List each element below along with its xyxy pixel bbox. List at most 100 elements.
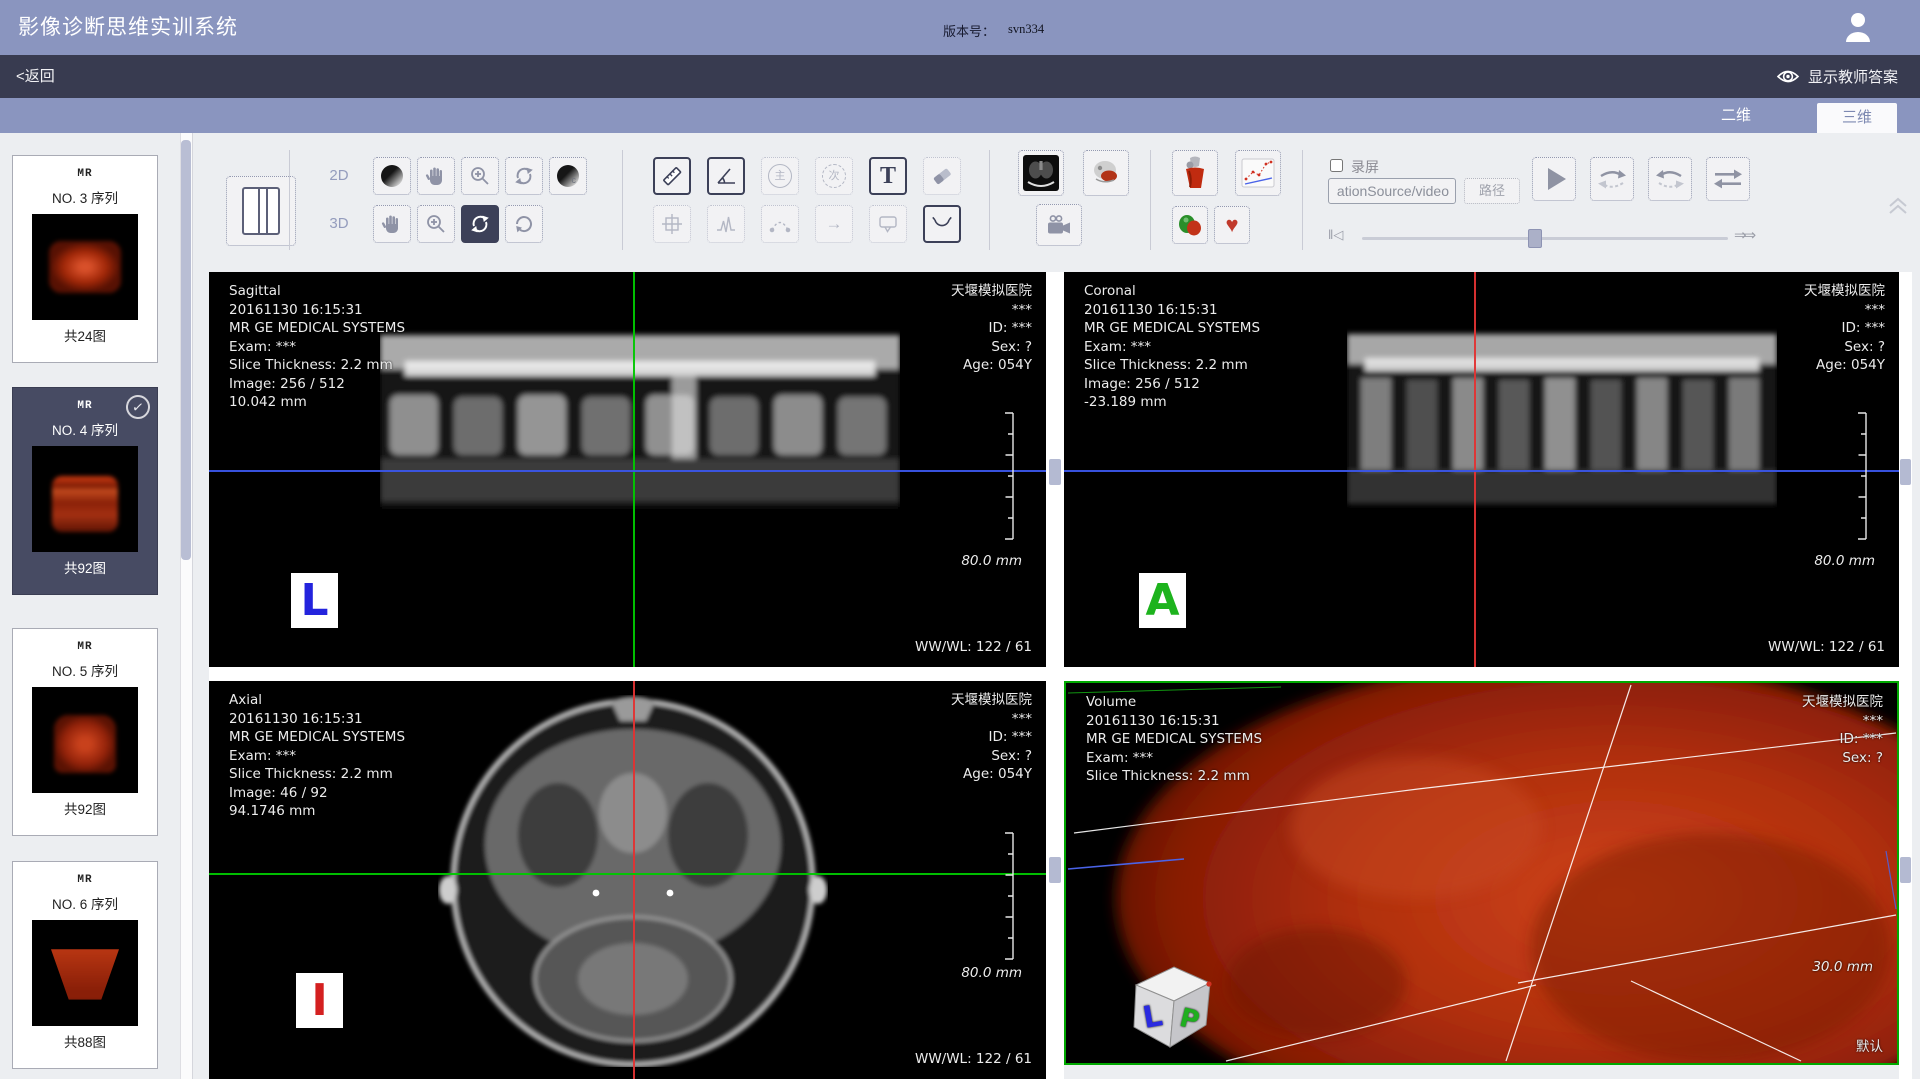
arrow-icon: → [826, 214, 843, 234]
main-roi-button[interactable]: 主 [761, 157, 799, 195]
profile-curve-button[interactable] [707, 205, 745, 243]
layout-button[interactable] [226, 176, 296, 246]
organs-preset-button[interactable] [1172, 206, 1208, 244]
volume-preset-label[interactable]: 默认 [1856, 1035, 1883, 1055]
arrow-annotation-button[interactable]: → [815, 205, 853, 243]
frame-slider-track[interactable] [1362, 237, 1728, 240]
play-button[interactable] [1532, 157, 1576, 201]
show-teacher-answer-button[interactable]: 显示教师答案 [1776, 55, 1898, 98]
frame-slider-handle[interactable] [1528, 229, 1542, 248]
series-thumbnail [32, 687, 138, 793]
dicom-overlay-left: Sagittal20161130 16:15:31 MR GE MEDICAL … [229, 282, 405, 412]
view-mode-tabs: 二维 三维 [0, 98, 1920, 133]
vertical-splitter[interactable] [1046, 272, 1064, 1079]
path-plan-button[interactable] [1235, 150, 1281, 196]
skull-preset-button[interactable] [1083, 150, 1129, 196]
heart-icon: ♥ [1225, 214, 1238, 236]
scale-label: 80.0 mm [961, 553, 1022, 569]
rotate-3d-button-active[interactable] [461, 205, 499, 243]
loop-forward-button[interactable] [1590, 157, 1634, 201]
text-tool-icon: T [880, 163, 896, 190]
series-image-count: 共92图 [13, 798, 157, 818]
scale-ruler [1002, 412, 1016, 540]
cobb-angle-button[interactable] [923, 205, 961, 243]
series-card-4-selected[interactable]: ✓ MR NO. 4 序列 共92图 [12, 387, 158, 595]
pan-2d-button[interactable] [417, 157, 455, 195]
scale-ruler [1855, 412, 1869, 540]
heart-preset-button[interactable]: ♥ [1214, 206, 1250, 244]
text-annotation-button[interactable]: T [869, 157, 907, 195]
record-screen-checkbox[interactable] [1330, 159, 1343, 172]
selected-check-icon: ✓ [124, 393, 151, 420]
user-avatar-icon[interactable] [1843, 11, 1873, 43]
wwwl-reset-button[interactable]: c [549, 157, 587, 195]
secondary-roi-button[interactable]: 次 [815, 157, 853, 195]
crosshair-horizontal-blue [1064, 470, 1899, 472]
wwwl-button[interactable] [373, 157, 411, 195]
crosshair-vertical-red [633, 681, 635, 1079]
splitter-handle[interactable] [1049, 857, 1061, 883]
orientation-letter-A: A [1139, 573, 1186, 628]
pan-3d-button[interactable] [373, 205, 411, 243]
ruler-icon [660, 164, 684, 188]
slider-step-back-icon[interactable]: ‖◁ [1328, 227, 1343, 243]
reset-rotation-button[interactable] [505, 205, 543, 243]
zoom-2d-button[interactable] [461, 157, 499, 195]
angle-icon [714, 164, 738, 188]
mode-3d-label: 3D [322, 215, 356, 232]
loop-forward-icon [1597, 166, 1627, 192]
series-name: NO. 5 序列 [13, 660, 157, 680]
video-path-input[interactable] [1328, 178, 1456, 204]
series-name: NO. 3 序列 [13, 187, 157, 207]
splitter-handle[interactable] [1900, 459, 1911, 485]
zoom-3d-button[interactable] [417, 205, 455, 243]
main-roi-icon: 主 [768, 164, 792, 188]
series-card-5[interactable]: MR NO. 5 序列 共92图 [12, 628, 158, 836]
viewport-axial[interactable]: Axial20161130 16:15:31 MR GE MEDICAL SYS… [209, 681, 1046, 1079]
eraser-button[interactable] [923, 157, 961, 195]
sidebar-scrollbar-thumb[interactable] [181, 140, 191, 560]
splitter-handle[interactable] [1900, 857, 1911, 883]
lung-preset-button[interactable] [1018, 150, 1064, 196]
record-screen-label[interactable]: 录屏 [1351, 157, 1379, 177]
spline-button[interactable] [761, 205, 799, 243]
rotate-2d-button[interactable] [505, 157, 543, 195]
comment-bubble-icon [877, 213, 899, 235]
video-camera-icon [1046, 214, 1072, 236]
tab-2d[interactable]: 二维 [1690, 98, 1782, 133]
loop-bounce-button[interactable] [1706, 157, 1750, 201]
slider-step-forward-icon[interactable]: ⇒⇒ [1734, 226, 1753, 244]
angle-measure-button[interactable] [707, 157, 745, 195]
series-card-3[interactable]: MR NO. 3 序列 共24图 [12, 155, 158, 363]
coronal-mr-image [1347, 320, 1777, 535]
waveform-icon [715, 213, 737, 235]
viewport-sagittal[interactable]: Sagittal20161130 16:15:31 MR GE MEDICAL … [209, 272, 1046, 667]
series-thumbnail [32, 214, 138, 320]
loop-backward-button[interactable] [1648, 157, 1692, 201]
series-card-6[interactable]: MR NO. 6 序列 共88图 [12, 861, 158, 1069]
locate-crosshair-button[interactable] [653, 205, 691, 243]
splitter-handle[interactable] [1049, 459, 1061, 485]
app-header: 影像诊断思维实训系统 版本号： svn334 [0, 0, 1920, 55]
tab-3d-active[interactable]: 三维 [1817, 103, 1897, 133]
hand-icon [381, 213, 403, 235]
wwwl-readout: WW/WL: 122 / 61 [1768, 639, 1885, 655]
cobb-arc-icon [931, 213, 953, 235]
comment-button[interactable] [869, 205, 907, 243]
show-answer-label: 显示教师答案 [1808, 66, 1898, 87]
right-scroll-strip[interactable] [1899, 272, 1912, 1079]
ruler-measure-button[interactable] [653, 157, 691, 195]
back-button[interactable]: <返回 [16, 55, 55, 98]
viewport-coronal[interactable]: Coronal20161130 16:15:31 MR GE MEDICAL S… [1064, 272, 1899, 667]
series-modality: MR [13, 641, 157, 653]
collapse-toolbar-icon[interactable] [1886, 196, 1910, 216]
series-name: NO. 4 序列 [13, 419, 157, 439]
series-name: NO. 6 序列 [13, 893, 157, 913]
viewport-volume-3d-selected[interactable]: L P Volume20161130 16:15:31 MR GE MEDICA… [1064, 681, 1899, 1065]
knee-preset-button[interactable] [1172, 150, 1218, 196]
knee-bone-icon [1177, 155, 1213, 191]
toolbar-divider [1150, 150, 1151, 250]
path-button-disabled[interactable]: 路径 [1464, 178, 1520, 204]
record-video-button[interactable] [1036, 204, 1082, 246]
orientation-cube[interactable]: L P [1118, 955, 1218, 1051]
